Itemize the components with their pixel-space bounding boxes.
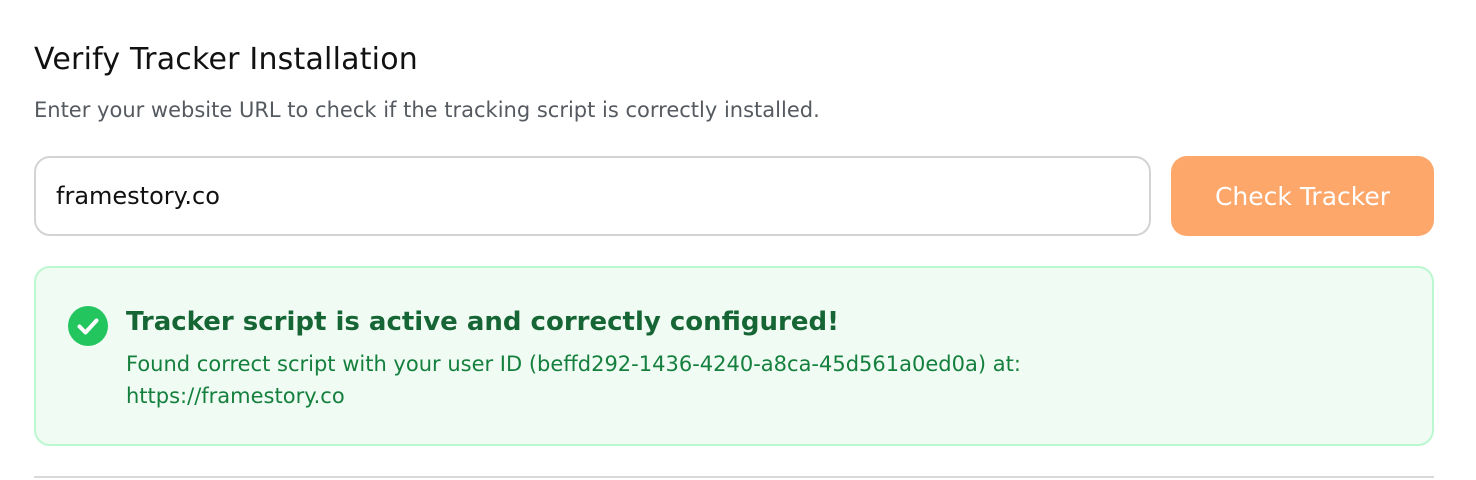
check-tracker-button[interactable]: Check Tracker	[1171, 156, 1434, 236]
page-title: Verify Tracker Installation	[34, 42, 418, 77]
success-detail: Found correct script with your user ID (…	[126, 352, 1021, 408]
success-alert: Tracker script is active and correctly c…	[34, 266, 1434, 446]
website-url-input[interactable]	[34, 156, 1151, 236]
verify-tracker-panel: Verify Tracker Installation Enter your w…	[0, 0, 1476, 480]
divider	[34, 476, 1434, 478]
page-subtitle: Enter your website URL to check if the t…	[34, 98, 820, 122]
check-circle-icon	[68, 306, 108, 346]
success-title: Tracker script is active and correctly c…	[126, 307, 839, 337]
